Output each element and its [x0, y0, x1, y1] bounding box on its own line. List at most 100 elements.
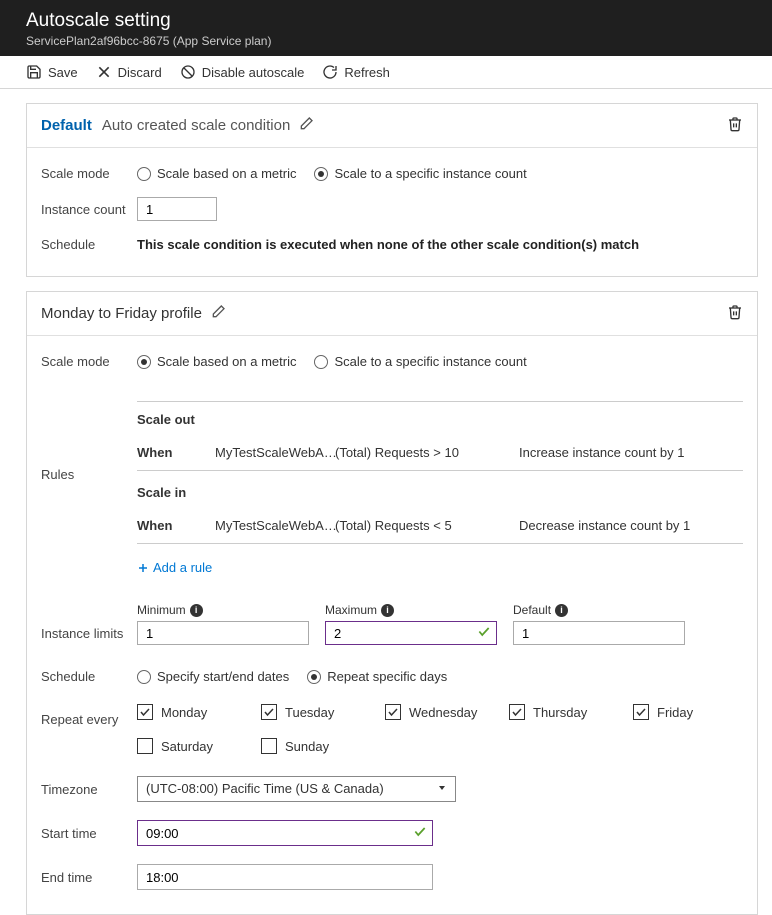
rule-condition: (Total) Requests > 10: [335, 445, 519, 460]
default-profile-panel: Default Auto created scale condition Sca…: [26, 103, 758, 277]
scale-out-rule[interactable]: When MyTestScaleWebA… (Total) Requests >…: [137, 435, 743, 471]
minimum-input[interactable]: [137, 621, 309, 645]
checkbox-wednesday[interactable]: Wednesday: [385, 704, 509, 720]
trash-icon: [727, 116, 743, 132]
save-button[interactable]: Save: [26, 64, 78, 80]
close-icon: [96, 64, 112, 80]
add-rule-label: Add a rule: [153, 560, 212, 575]
plus-icon: [137, 562, 149, 574]
day-label: Tuesday: [285, 705, 334, 720]
rule-action: Increase instance count by 1: [519, 445, 743, 460]
instance-limits-label: Instance limits: [41, 626, 137, 645]
checkbox-icon: [261, 738, 277, 754]
instance-count-input[interactable]: [137, 197, 217, 221]
default-group: Defaulti: [513, 603, 685, 645]
scale-mode-label: Scale mode: [41, 166, 137, 181]
end-time-label: End time: [41, 870, 137, 885]
rule-resource: MyTestScaleWebA…: [215, 518, 335, 533]
day-label: Saturday: [161, 739, 213, 754]
radio-scale-metric-label: Scale based on a metric: [157, 166, 296, 181]
disable-label: Disable autoscale: [202, 65, 305, 80]
pencil-icon: [298, 116, 314, 132]
weekday-profile-body: Scale mode Scale based on a metric Scale…: [27, 336, 757, 914]
rule-when: When: [137, 445, 215, 460]
radio-icon: [137, 355, 151, 369]
info-icon[interactable]: i: [555, 604, 568, 617]
end-time-input[interactable]: [137, 864, 433, 890]
scale-in-header: Scale in: [137, 475, 743, 508]
toolbar: Save Discard Disable autoscale Refresh: [0, 56, 772, 89]
panel-header-default: Default Auto created scale condition: [27, 104, 757, 148]
minimum-group: Minimum i: [137, 603, 309, 645]
minimum-label: Minimum: [137, 603, 186, 617]
start-time-label: Start time: [41, 826, 137, 841]
edit-weekday-name-button[interactable]: [210, 304, 226, 323]
add-rule-button[interactable]: Add a rule: [137, 548, 212, 581]
instance-count-label: Instance count: [41, 202, 137, 217]
save-icon: [26, 64, 42, 80]
radio-repeat-days-button[interactable]: Repeat specific days: [307, 669, 447, 684]
radio-icon: [137, 670, 151, 684]
edit-default-name-button[interactable]: [298, 116, 314, 135]
default-profile-name: Auto created scale condition: [102, 117, 290, 134]
info-icon[interactable]: i: [190, 604, 203, 617]
checkbox-icon: [509, 704, 525, 720]
checkbox-monday[interactable]: Monday: [137, 704, 261, 720]
radio-icon: [314, 167, 328, 181]
rule-when: When: [137, 518, 215, 533]
scale-out-section: Scale out When MyTestScaleWebA… (Total) …: [137, 401, 743, 471]
discard-button[interactable]: Discard: [96, 64, 162, 80]
checkbox-tuesday[interactable]: Tuesday: [261, 704, 385, 720]
maximum-label: Maximum: [325, 603, 377, 617]
page-header: Autoscale setting ServicePlan2af96bcc-86…: [0, 0, 772, 56]
weekday-profile-name: Monday to Friday profile: [41, 305, 202, 322]
checkmark-icon: [477, 625, 491, 642]
checkbox-icon: [137, 704, 153, 720]
default-badge: Default: [41, 117, 92, 134]
checkbox-saturday[interactable]: Saturday: [137, 738, 261, 754]
scale-mode-label: Scale mode: [41, 354, 137, 369]
refresh-icon: [322, 64, 338, 80]
checkbox-friday[interactable]: Friday: [633, 704, 723, 720]
page-title: Autoscale setting: [26, 10, 756, 32]
radio-scale-fixed[interactable]: Scale to a specific instance count: [314, 354, 526, 369]
scale-in-section: Scale in When MyTestScaleWebA… (Total) R…: [137, 475, 743, 544]
refresh-label: Refresh: [344, 65, 390, 80]
checkbox-thursday[interactable]: Thursday: [509, 704, 633, 720]
radio-repeat-days-label: Repeat specific days: [327, 669, 447, 684]
start-time-input[interactable]: [137, 820, 433, 846]
radio-icon: [314, 355, 328, 369]
disable-autoscale-button[interactable]: Disable autoscale: [180, 64, 305, 80]
delete-weekday-button[interactable]: [727, 304, 743, 323]
checkbox-icon: [137, 738, 153, 754]
checkmark-icon: [413, 825, 427, 842]
radio-scale-fixed[interactable]: Scale to a specific instance count: [314, 166, 526, 181]
radio-scale-metric[interactable]: Scale based on a metric: [137, 354, 296, 369]
panel-header-weekday: Monday to Friday profile: [27, 292, 757, 336]
scale-out-header: Scale out: [137, 402, 743, 435]
rules-label: Rules: [41, 397, 137, 482]
save-label: Save: [48, 65, 78, 80]
timezone-select[interactable]: (UTC-08:00) Pacific Time (US & Canada): [137, 776, 456, 802]
checkbox-sunday[interactable]: Sunday: [261, 738, 385, 754]
day-label: Friday: [657, 705, 693, 720]
radio-icon: [307, 670, 321, 684]
scale-in-rule[interactable]: When MyTestScaleWebA… (Total) Requests <…: [137, 508, 743, 544]
refresh-button[interactable]: Refresh: [322, 64, 390, 80]
radio-scale-metric-label: Scale based on a metric: [157, 354, 296, 369]
timezone-label: Timezone: [41, 782, 137, 797]
default-input[interactable]: [513, 621, 685, 645]
rule-resource: MyTestScaleWebA…: [215, 445, 335, 460]
radio-scale-fixed-label: Scale to a specific instance count: [334, 354, 526, 369]
radio-specify-dates-button[interactable]: Specify start/end dates: [137, 669, 289, 684]
info-icon[interactable]: i: [381, 604, 394, 617]
radio-scale-fixed-label: Scale to a specific instance count: [334, 166, 526, 181]
radio-scale-metric[interactable]: Scale based on a metric: [137, 166, 296, 181]
rule-action: Decrease instance count by 1: [519, 518, 743, 533]
weekday-profile-panel: Monday to Friday profile Scale mode Scal…: [26, 291, 758, 915]
delete-default-button[interactable]: [727, 116, 743, 135]
discard-label: Discard: [118, 65, 162, 80]
schedule-label: Schedule: [41, 237, 137, 252]
maximum-input[interactable]: [325, 621, 497, 645]
day-label: Wednesday: [409, 705, 477, 720]
